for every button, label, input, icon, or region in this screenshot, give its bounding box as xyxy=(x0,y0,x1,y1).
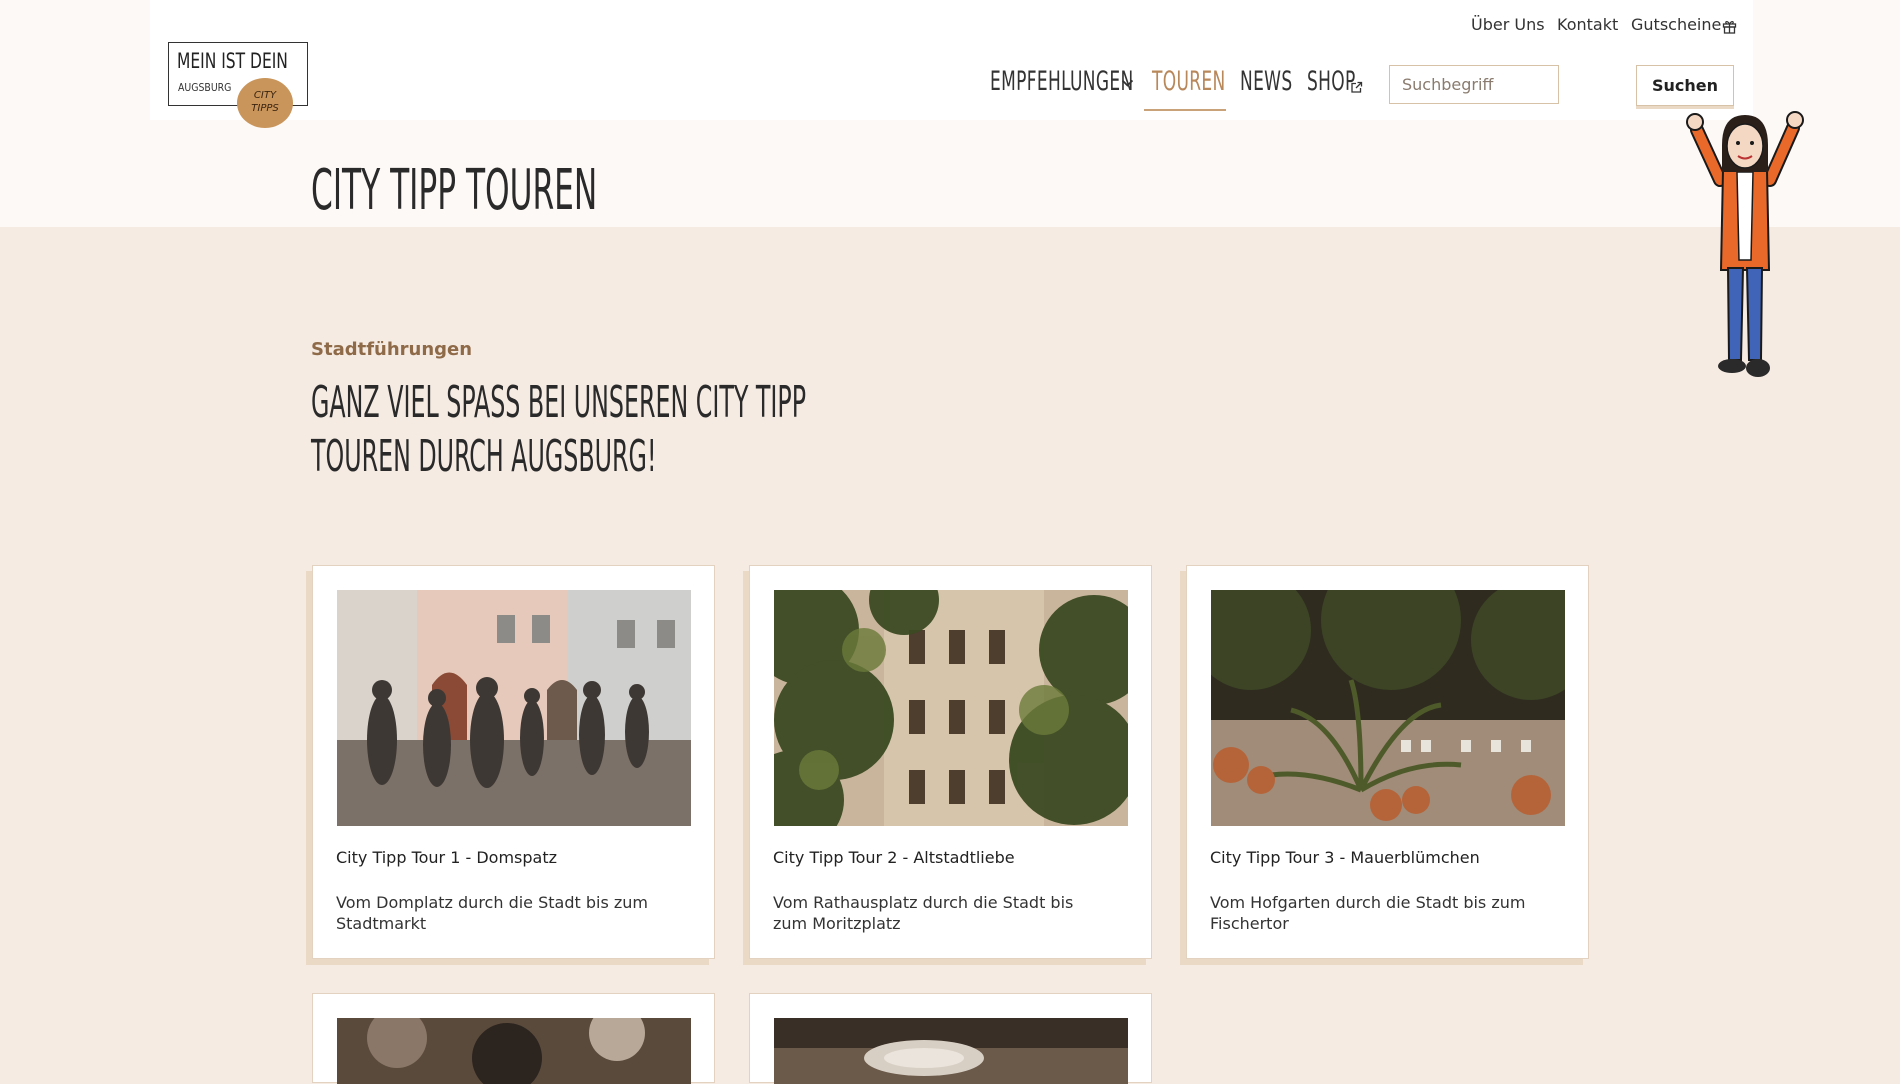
nav-news[interactable]: News xyxy=(1240,66,1292,104)
page-title: City Tipp Touren xyxy=(311,158,598,223)
tour-2-photo[interactable] xyxy=(774,590,1128,826)
logo-badge-line1: CITY xyxy=(253,90,277,101)
tour-3-description: Vom Hofgarten durch die Stadt bis zum Fi… xyxy=(1210,893,1526,933)
nav-empfehlungen[interactable]: Empfehlungen xyxy=(990,66,1134,104)
tour-1-description: Vom Domplatz durch die Stadt bis zum Sta… xyxy=(336,893,648,933)
mascot-illustration xyxy=(1686,111,1804,377)
gift-icon xyxy=(1722,21,1737,34)
tour-card[interactable] xyxy=(749,993,1152,1084)
nav-shop[interactable]: Shop xyxy=(1307,66,1356,104)
chevron-down-icon[interactable] xyxy=(1121,79,1134,88)
tour-2-title[interactable]: City Tipp Tour 2 - Altstadtliebe xyxy=(773,848,1015,867)
section-eyebrow: Stadtführungen xyxy=(311,339,473,360)
tour-5-photo[interactable] xyxy=(774,1018,1128,1084)
logo-line2: AUGSBURG xyxy=(178,81,232,94)
tour-3-title[interactable]: City Tipp Tour 3 - Mauerblümchen xyxy=(1210,848,1480,867)
meta-nav-vouchers-label: Gutscheine xyxy=(1631,15,1722,34)
tour-2-description: Vom Rathausplatz durch die Stadt bis zum… xyxy=(773,893,1074,933)
nav-touren[interactable]: Touren xyxy=(1152,66,1226,104)
tour-4-photo[interactable] xyxy=(337,1018,691,1084)
tour-card[interactable]: City Tipp Tour 3 - Mauerblümchen Vom Hof… xyxy=(1186,565,1589,959)
meta-nav-about[interactable]: Über Uns xyxy=(1471,15,1545,37)
tour-3-photo[interactable] xyxy=(1211,590,1565,826)
meta-nav-contact[interactable]: Kontakt xyxy=(1557,15,1618,37)
nav-active-indicator xyxy=(1144,109,1226,111)
tour-1-title[interactable]: City Tipp Tour 1 - Domspatz xyxy=(336,848,557,867)
search-button[interactable]: Suchen xyxy=(1636,65,1734,106)
tour-card[interactable]: City Tipp Tour 2 - Altstadtliebe Vom Rat… xyxy=(749,565,1152,959)
tour-card[interactable] xyxy=(312,993,715,1084)
search-input[interactable] xyxy=(1389,65,1559,104)
tour-card[interactable]: City Tipp Tour 1 - Domspatz Vom Domplatz… xyxy=(312,565,715,959)
tour-1-photo[interactable] xyxy=(337,590,691,826)
section-heading: Ganz viel Spaß bei unseren City Tipp Tou… xyxy=(311,377,807,482)
logo-line1: MEIN IST DEIN xyxy=(177,49,288,73)
meta-nav-vouchers[interactable]: Gutscheine xyxy=(1631,15,1721,37)
external-link-icon xyxy=(1351,81,1363,93)
logo-badge: CITY TIPPS xyxy=(237,78,293,128)
logo-badge-line2: TIPPS xyxy=(251,103,279,114)
